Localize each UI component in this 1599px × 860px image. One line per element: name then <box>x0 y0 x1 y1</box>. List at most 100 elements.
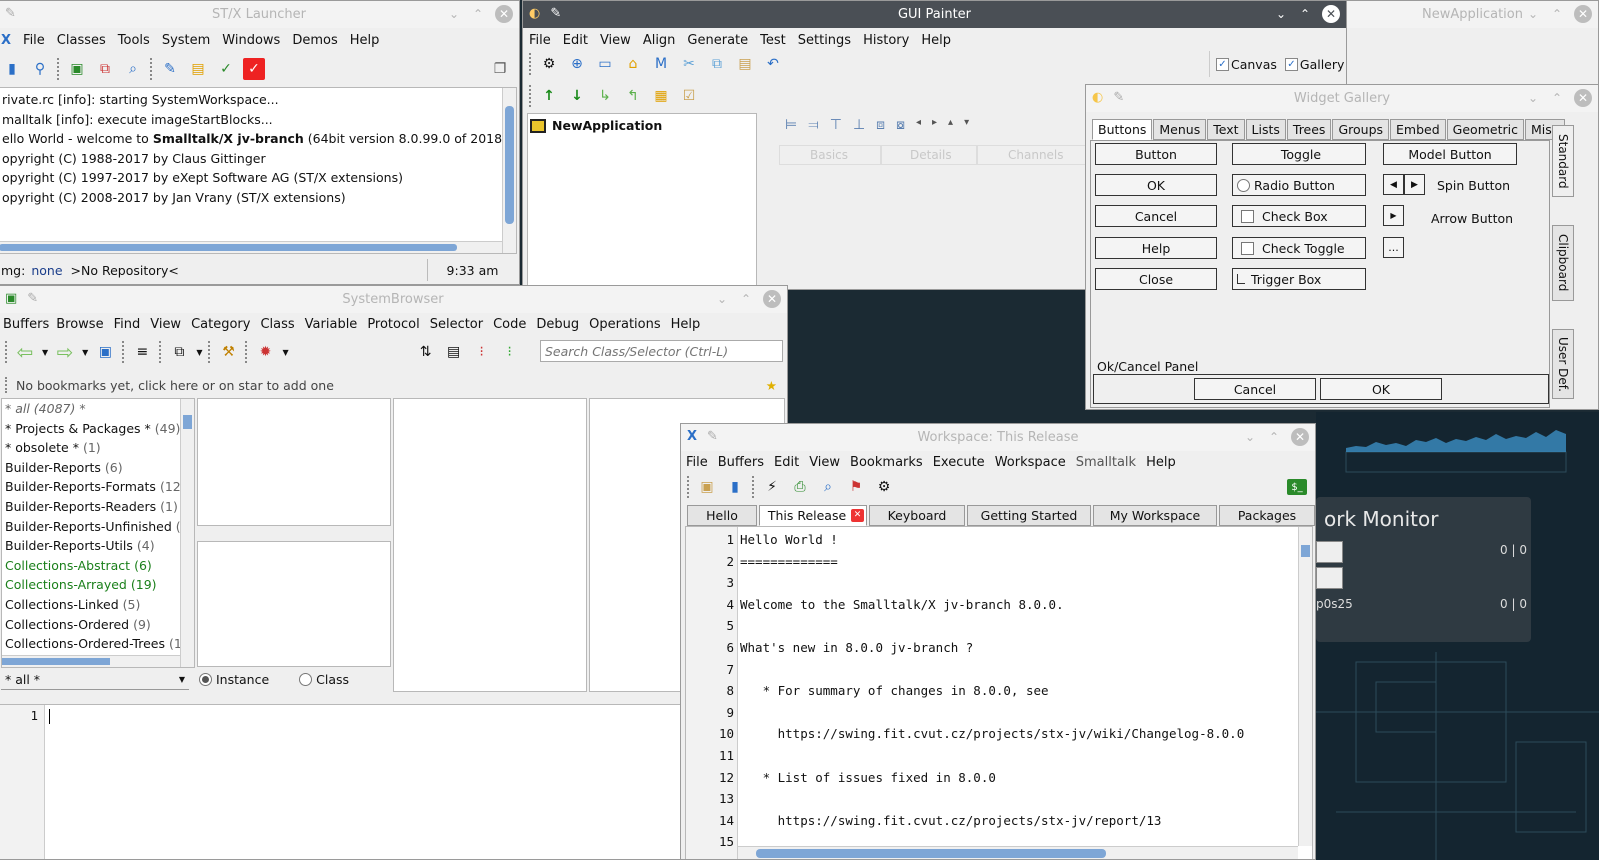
notes-icon[interactable]: ▤ <box>187 58 209 80</box>
workspace-editor[interactable]: 1 Hello World ! 2 ============= 3 4 Welcome to… <box>685 526 1313 859</box>
trigger-box-widget[interactable]: Trigger Box <box>1232 268 1366 290</box>
scroll-thumb[interactable] <box>183 415 192 429</box>
widget-tree[interactable]: NewApplication <box>527 113 757 289</box>
menu-execute[interactable]: Execute <box>928 455 990 470</box>
spread-v-icon[interactable]: ⧇ <box>896 117 905 133</box>
chevron-down-icon[interactable]: ▼ <box>196 348 202 357</box>
scroll-thumb[interactable] <box>505 106 514 224</box>
cut-icon[interactable]: ✂ <box>678 53 700 75</box>
scroll-thumb[interactable] <box>0 244 457 251</box>
category-item[interactable]: Builder-Reports-Readers (1) <box>2 497 194 517</box>
menu-view[interactable]: View <box>594 33 637 48</box>
minimize-icon[interactable]: ⌄ <box>1243 430 1257 444</box>
test-icon[interactable]: ✓ <box>215 58 237 80</box>
toggle-widget[interactable]: Toggle <box>1232 143 1366 165</box>
ok-cancel-panel[interactable]: Cancel OK <box>1093 374 1549 404</box>
maximize-icon[interactable]: ⌃ <box>1550 91 1564 105</box>
pin-icon[interactable]: ✎ <box>707 429 718 444</box>
chevron-down-icon[interactable]: ▼ <box>82 348 88 357</box>
menu-protocol[interactable]: Protocol <box>362 317 424 332</box>
menu-system[interactable]: System <box>156 33 216 48</box>
close-icon[interactable]: ✕ <box>495 5 513 23</box>
menu-category[interactable]: Category <box>186 317 255 332</box>
canvas-checkbox[interactable]: ✓ Canvas <box>1216 57 1277 72</box>
tab-geometric[interactable]: Geometric <box>1446 119 1524 140</box>
help-button[interactable]: Help <box>1095 237 1217 259</box>
spin-button[interactable]: ◀ ▶ <box>1383 174 1425 195</box>
transcript-vscroll[interactable] <box>502 88 516 253</box>
spin-left-icon[interactable]: ◀ <box>1383 174 1404 195</box>
search-input[interactable] <box>540 340 783 362</box>
workspace-vscroll[interactable] <box>1298 527 1312 846</box>
model-button[interactable]: Model Button <box>1383 143 1517 165</box>
tab-this-release[interactable]: This Release ✕ <box>759 505 867 526</box>
tab-buttons[interactable]: Buttons <box>1092 119 1153 140</box>
category-vscroll[interactable] <box>180 399 194 667</box>
pin-icon[interactable]: ✎ <box>27 291 38 306</box>
menu-bookmarks[interactable]: Bookmarks <box>845 455 928 470</box>
tab-menus[interactable]: Menus <box>1153 119 1207 140</box>
minimize-icon[interactable]: ⌄ <box>1526 91 1540 105</box>
save-icon[interactable]: M <box>650 53 672 75</box>
tab-embed[interactable]: Embed <box>1390 119 1446 140</box>
category-item[interactable]: Collections-Abstract (6) <box>2 556 194 576</box>
maximize-icon[interactable]: ⌃ <box>1267 430 1281 444</box>
minimize-icon[interactable]: ⌄ <box>715 292 729 306</box>
tree-item-newapplication[interactable]: NewApplication <box>528 114 756 137</box>
protocol-list[interactable] <box>393 398 587 692</box>
minimize-icon[interactable]: ⌄ <box>1274 7 1288 21</box>
menu-help[interactable]: Help <box>1141 455 1181 470</box>
new-browser-icon[interactable]: ▣ <box>94 341 116 363</box>
align-top-icon[interactable]: ⊤ <box>830 117 842 133</box>
category-item[interactable]: Builder-Reports-Utils (4) <box>2 536 194 556</box>
category-hscroll[interactable] <box>2 655 180 667</box>
launcher-transcript[interactable]: rivate.rc [info]: starting SystemWorkspa… <box>0 87 517 254</box>
menu-demos[interactable]: Demos <box>286 33 343 48</box>
menu-help[interactable]: Help <box>915 33 957 48</box>
move-up-icon[interactable]: ↑ <box>538 85 560 107</box>
menu-find[interactable]: Find <box>109 317 146 332</box>
search-icon[interactable]: ⌕ <box>122 58 144 80</box>
close-icon[interactable]: ✕ <box>1574 89 1592 107</box>
menu-debug[interactable]: Debug <box>531 317 584 332</box>
pin-icon[interactable]: ✎ <box>1113 90 1124 105</box>
tab-keyboard[interactable]: Keyboard <box>869 505 965 526</box>
forward-icon[interactable]: ⇨ <box>54 340 76 364</box>
menu-edit[interactable]: Edit <box>557 33 594 48</box>
maximize-icon[interactable]: ⌃ <box>1550 7 1564 21</box>
menu-view[interactable]: View <box>145 317 186 332</box>
spin-right-icon[interactable]: ▶ <box>1404 174 1425 195</box>
menu-buffers[interactable]: Buffers <box>0 317 51 332</box>
category-item[interactable]: Collections-Linked (5) <box>2 595 194 615</box>
menu-help[interactable]: Help <box>666 317 706 332</box>
move-in-icon[interactable]: ↳ <box>594 85 616 107</box>
check-box-widget[interactable]: Check Box <box>1232 205 1366 227</box>
debug-bug-icon[interactable]: ✹ <box>254 341 276 363</box>
format-icon[interactable]: ≡ <box>131 341 153 363</box>
cancel-button[interactable]: Cancel <box>1095 205 1217 227</box>
grid-icon[interactable]: ▦ <box>650 85 672 107</box>
windows-icon[interactable]: ⧉ <box>168 341 190 363</box>
menu-help[interactable]: Help <box>344 33 386 48</box>
class-list[interactable] <box>197 398 391 526</box>
check-icon[interactable]: ✓ <box>243 58 265 80</box>
menu-align[interactable]: Align <box>637 33 682 48</box>
category-item[interactable]: Collections-Ordered-Trees(17) <box>2 634 194 654</box>
menu-workspace[interactable]: Workspace <box>990 455 1071 470</box>
open-folder-icon[interactable]: ▣ <box>696 476 718 498</box>
menu-generate[interactable]: Generate <box>681 33 754 48</box>
copy-icon[interactable]: ⧉ <box>706 53 728 75</box>
panel-ok-button[interactable]: OK <box>1320 378 1442 400</box>
maximize-icon[interactable]: ⌃ <box>1298 7 1312 21</box>
category-item[interactable]: * Projects & Packages * (49) <box>2 419 194 439</box>
instance-radio[interactable]: Instance <box>199 672 269 687</box>
tab-my-workspace[interactable]: My Workspace <box>1093 505 1217 526</box>
align-right-icon[interactable]: ⫤ <box>808 117 819 133</box>
menu-code[interactable]: Code <box>488 317 531 332</box>
pin-icon[interactable]: ✎ <box>5 6 16 21</box>
panel-cancel-button[interactable]: Cancel <box>1194 378 1316 400</box>
tab-lists[interactable]: Lists <box>1245 119 1286 140</box>
tab-basics[interactable]: Basics <box>779 145 881 165</box>
save-icon[interactable]: ▮ <box>724 476 746 498</box>
class-hierarchy[interactable] <box>197 541 391 667</box>
